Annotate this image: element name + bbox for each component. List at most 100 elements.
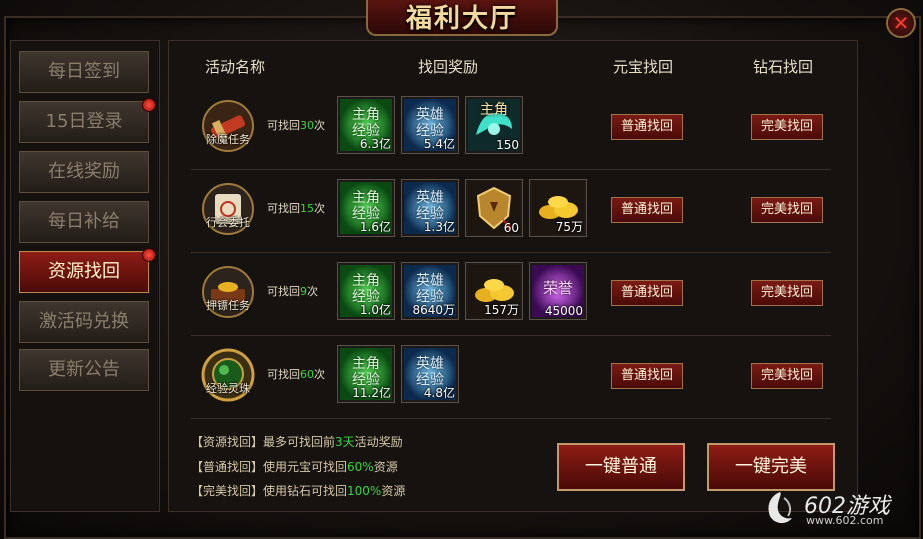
reward-slot-player-exp[interactable]: 主角 经验 11.2亿 <box>337 345 395 403</box>
perfect-recover-button[interactable]: 完美找回 <box>751 363 823 389</box>
reward-amount: 157万 <box>484 303 519 317</box>
notification-dot-icon <box>142 98 156 112</box>
reward-slot-player-exp[interactable]: 主角 经验 1.0亿 <box>337 262 395 320</box>
note-highlight: 3天 <box>335 435 355 449</box>
sidebar-item-label: 每日签到 <box>48 61 120 82</box>
reward-slot-gold[interactable]: 157万 <box>465 262 523 320</box>
sidebar-item-update-notice[interactable]: 更新公告 <box>19 349 149 391</box>
normal-recover-button[interactable]: 普通找回 <box>611 114 683 140</box>
reward-amount: 11.2亿 <box>352 386 391 400</box>
activity-name: 押镖任务 <box>206 299 250 312</box>
table-row: 除魔任务 可找回30次 主角 经验 6.3亿 英雄 经验 5.4亿 主角 150… <box>191 91 831 170</box>
note-text: 活动奖励 <box>354 435 403 449</box>
reward-amount: 8640万 <box>412 303 455 317</box>
table-row: 行会委托 可找回15次 主角 经验 1.6亿 英雄 经验 1.3亿 60 75万 <box>191 174 831 253</box>
recover-count: 可找回60次 <box>267 366 325 382</box>
recover-count: 可找回30次 <box>267 117 325 133</box>
header-gold-recover: 元宝找回 <box>613 58 674 76</box>
sidebar-item-daily-supply[interactable]: 每日补给 <box>19 201 149 243</box>
sidebar-item-label: 每日补给 <box>48 211 120 232</box>
reward-slot-hero-exp[interactable]: 英雄 经验 5.4亿 <box>401 96 459 154</box>
reward-amount: 5.4亿 <box>423 137 455 151</box>
reward-label: 主角 <box>480 102 508 118</box>
count-prefix: 可找回 <box>267 368 300 381</box>
main-panel: 活动名称 找回奖励 元宝找回 钻石找回 除魔任务 可找回30次 主角 经验 6.… <box>168 40 858 512</box>
reward-slot-hero-exp[interactable]: 英雄 经验 1.3亿 <box>401 179 459 237</box>
reward-slot-player-exp[interactable]: 主角 经验 6.3亿 <box>337 96 395 154</box>
count-prefix: 可找回 <box>267 285 300 298</box>
sidebar-item-label: 15日登录 <box>45 111 123 132</box>
close-icon: ✕ <box>892 11 910 35</box>
note-text: 【完美找回】使用钻石可找回 <box>191 484 348 498</box>
watermark-url: www.602.com <box>806 514 884 527</box>
reward-amount: 1.0亿 <box>359 303 391 317</box>
one-click-normal-button[interactable]: 一键普通 <box>557 443 685 491</box>
count-prefix: 可找回 <box>267 119 300 132</box>
reward-amount: 1.6亿 <box>359 220 391 234</box>
note-text: 资源 <box>373 460 398 474</box>
brand-logo-icon <box>768 492 792 524</box>
reward-amount: 6.3亿 <box>359 137 391 151</box>
count-suffix: 次 <box>307 285 318 298</box>
notification-dot-icon <box>142 248 156 262</box>
count-value: 30 <box>300 119 314 132</box>
header-activity-name: 活动名称 <box>205 58 266 76</box>
count-value: 15 <box>300 202 314 215</box>
reward-slot-shield[interactable]: 60 <box>465 179 523 237</box>
count-value: 9 <box>300 285 307 298</box>
sidebar-item-daily-signin[interactable]: 每日签到 <box>19 51 149 93</box>
note-highlight: 60% <box>347 460 374 474</box>
activity-name: 经验灵珠 <box>206 382 250 395</box>
note-highlight: 100% <box>347 484 382 498</box>
reward-amount: 1.3亿 <box>423 220 455 234</box>
reward-slot-gold[interactable]: 75万 <box>529 179 587 237</box>
recover-count: 可找回9次 <box>267 283 318 299</box>
reward-slot-hero-exp[interactable]: 英雄 经验 4.8亿 <box>401 345 459 403</box>
table-row: 经验灵珠 可找回60次 主角 经验 11.2亿 英雄 经验 4.8亿 普通找回 … <box>191 340 831 419</box>
count-suffix: 次 <box>314 119 325 132</box>
note-perfect-recovery: 【完美找回】使用钻石可找回100%资源 <box>191 482 405 499</box>
perfect-recover-button[interactable]: 完美找回 <box>751 197 823 223</box>
reward-amount: 4.8亿 <box>423 386 455 400</box>
title-plaque: 福利大厅 <box>366 0 558 36</box>
count-suffix: 次 <box>314 368 325 381</box>
sidebar-item-15day-login[interactable]: 15日登录 <box>19 98 156 143</box>
perfect-recover-button[interactable]: 完美找回 <box>751 280 823 306</box>
note-text: 【资源找回】最多可找回前 <box>191 435 336 449</box>
count-prefix: 可找回 <box>267 202 300 215</box>
normal-recover-button[interactable]: 普通找回 <box>611 280 683 306</box>
normal-recover-button[interactable]: 普通找回 <box>611 197 683 223</box>
recover-count: 可找回15次 <box>267 200 325 216</box>
site-watermark: 602游戏 www.602.com <box>760 484 920 534</box>
window-frame: 福利大厅 ✕ 每日签到 15日登录 在线奖励 每日补给 资源找回 激活码兑换 更… <box>0 0 923 539</box>
sidebar-item-label: 资源找回 <box>48 261 120 282</box>
count-suffix: 次 <box>314 202 325 215</box>
reward-amount: 150 <box>496 138 519 152</box>
reward-slot-hero-exp[interactable]: 英雄 经验 8640万 <box>401 262 459 320</box>
normal-recover-button[interactable]: 普通找回 <box>611 363 683 389</box>
sidebar-item-label: 在线奖励 <box>48 161 120 182</box>
sidebar-item-code-redeem[interactable]: 激活码兑换 <box>19 301 149 343</box>
sidebar-item-online-reward[interactable]: 在线奖励 <box>19 151 149 193</box>
count-value: 60 <box>300 368 314 381</box>
sidebar-item-resource-recovery[interactable]: 资源找回 <box>19 248 156 293</box>
header-diamond-recover: 钻石找回 <box>753 58 814 76</box>
reward-slot-wing[interactable]: 主角 150 <box>465 96 523 154</box>
window-title: 福利大厅 <box>405 4 518 34</box>
note-text: 【普通找回】使用元宝可找回 <box>191 460 348 474</box>
reward-label: 荣誉 <box>542 279 573 297</box>
reward-amount: 45000 <box>544 304 583 318</box>
reward-amount: 75万 <box>555 220 583 234</box>
reward-amount: 60 <box>503 221 519 235</box>
note-resource-recovery: 【资源找回】最多可找回前3天活动奖励 <box>191 433 403 450</box>
reward-slot-honor[interactable]: 荣誉 45000 <box>529 262 587 320</box>
table-row: 押镖任务 可找回9次 主角 经验 1.0亿 英雄 经验 8640万 157万 荣… <box>191 257 831 336</box>
reward-slot-player-exp[interactable]: 主角 经验 1.6亿 <box>337 179 395 237</box>
close-button[interactable]: ✕ <box>886 8 916 38</box>
activity-name: 除魔任务 <box>206 133 250 146</box>
activity-name: 行会委托 <box>206 216 250 229</box>
perfect-recover-button[interactable]: 完美找回 <box>751 114 823 140</box>
header-reward: 找回奖励 <box>418 58 479 76</box>
sidebar: 每日签到 15日登录 在线奖励 每日补给 资源找回 激活码兑换 更新公告 <box>10 40 160 512</box>
sidebar-item-label: 激活码兑换 <box>39 311 129 332</box>
